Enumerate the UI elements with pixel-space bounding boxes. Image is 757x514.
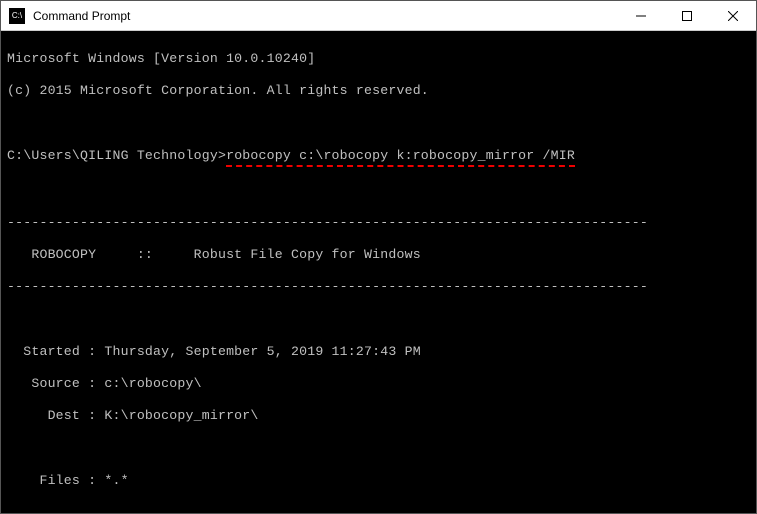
minimize-button[interactable]: [618, 1, 664, 30]
blank-line: [7, 312, 750, 328]
copyright-line: (c) 2015 Microsoft Corporation. All righ…: [7, 83, 750, 99]
command-text: robocopy c:\robocopy k:robocopy_mirror /…: [226, 148, 575, 167]
prompt-path: C:\Users\QILING Technology>: [7, 148, 226, 163]
os-version-line: Microsoft Windows [Version 10.0.10240]: [7, 51, 750, 67]
blank-line: [7, 183, 750, 199]
blank-line: [7, 115, 750, 131]
window-controls: [618, 1, 756, 30]
files-line: Files : *.*: [7, 473, 750, 489]
started-line: Started : Thursday, September 5, 2019 11…: [7, 344, 750, 360]
divider: ----------------------------------------…: [7, 279, 750, 295]
close-icon: [728, 11, 738, 21]
titlebar: C:\ Command Prompt: [1, 1, 756, 31]
close-button[interactable]: [710, 1, 756, 30]
blank-line: [7, 440, 750, 456]
divider: ----------------------------------------…: [7, 215, 750, 231]
blank-line: [7, 505, 750, 513]
maximize-icon: [682, 11, 692, 21]
banner-title: ROBOCOPY :: Robust File Copy for Windows: [7, 247, 750, 263]
source-line: Source : c:\robocopy\: [7, 376, 750, 392]
minimize-icon: [636, 11, 646, 21]
dest-line: Dest : K:\robocopy_mirror\: [7, 408, 750, 424]
maximize-button[interactable]: [664, 1, 710, 30]
window-title: Command Prompt: [33, 9, 618, 23]
terminal-output[interactable]: Microsoft Windows [Version 10.0.10240] (…: [1, 31, 756, 513]
cmd-icon: C:\: [9, 8, 25, 24]
prompt-line: C:\Users\QILING Technology>robocopy c:\r…: [7, 148, 750, 167]
